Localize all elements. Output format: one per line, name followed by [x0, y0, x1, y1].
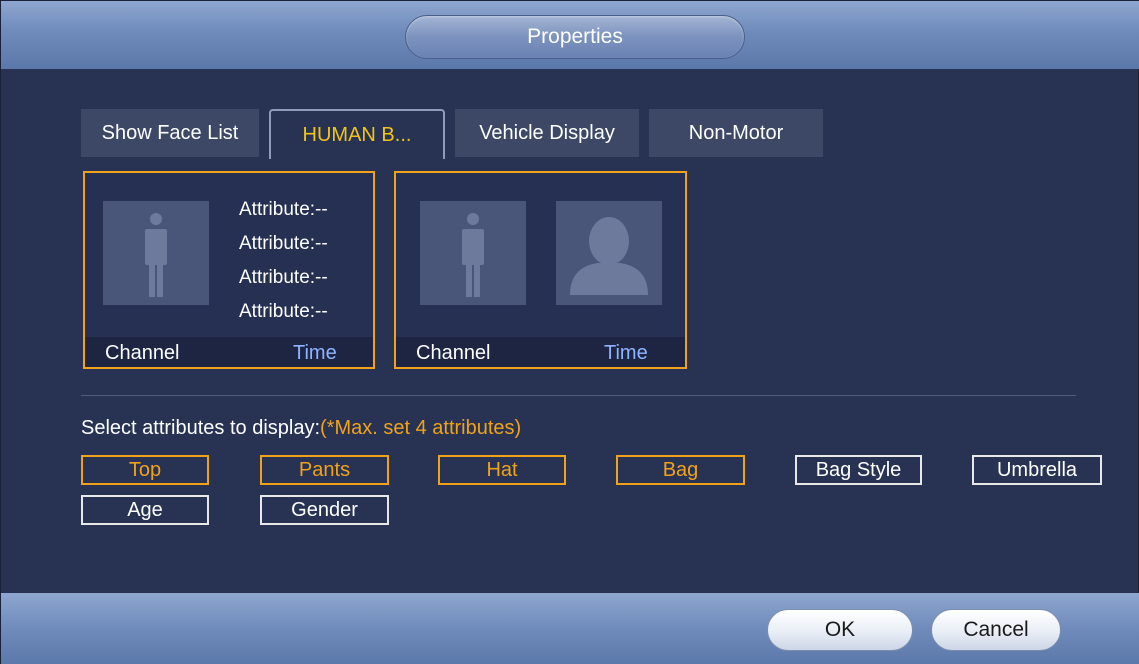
person-body-icon	[420, 201, 526, 305]
attribute-2: Attribute:--	[239, 233, 328, 254]
time-label: Time	[293, 342, 337, 364]
attribute-3: Attribute:--	[239, 267, 328, 288]
tab-vehicle-display[interactable]: Vehicle Display	[455, 109, 639, 157]
attr-option-top[interactable]: Top	[81, 455, 209, 485]
max-attributes-hint: (*Max. set 4 attributes)	[320, 417, 522, 439]
channel-label: Channel	[105, 342, 180, 364]
attr-option-umbrella[interactable]: Umbrella	[972, 455, 1102, 485]
divider	[81, 395, 1076, 396]
attr-option-age[interactable]: Age	[81, 495, 209, 525]
person-body-icon	[103, 201, 209, 305]
attribute-4: Attribute:--	[239, 301, 328, 322]
face-silhouette-icon	[556, 201, 662, 305]
ok-button[interactable]: OK	[767, 609, 913, 651]
attr-option-gender[interactable]: Gender	[260, 495, 389, 525]
select-attributes-label: Select attributes to display:(*Max. set …	[81, 417, 521, 440]
title-pill: Properties	[405, 15, 745, 59]
select-label-text: Select attributes to display:	[81, 417, 321, 439]
attribute-1: Attribute:--	[239, 199, 328, 220]
properties-dialog: Properties Show Face List HUMAN B... Veh…	[0, 0, 1139, 664]
attr-option-hat[interactable]: Hat	[438, 455, 566, 485]
human-body-card[interactable]: Attribute:-- Attribute:-- Attribute:-- A…	[83, 171, 375, 369]
tab-non-motor[interactable]: Non-Motor	[649, 109, 823, 157]
time-label: Time	[604, 342, 648, 364]
attr-option-pants[interactable]: Pants	[260, 455, 389, 485]
title-bar: Properties	[1, 1, 1139, 69]
attr-option-bag[interactable]: Bag	[616, 455, 745, 485]
face-body-card[interactable]: Channel Time	[394, 171, 687, 369]
cancel-button[interactable]: Cancel	[931, 609, 1061, 651]
attr-option-bag-style[interactable]: Bag Style	[795, 455, 922, 485]
tab-human-body[interactable]: HUMAN B...	[269, 109, 445, 159]
channel-label: Channel	[416, 342, 491, 364]
dialog-title: Properties	[527, 25, 623, 48]
tab-show-face-list[interactable]: Show Face List	[81, 109, 259, 157]
